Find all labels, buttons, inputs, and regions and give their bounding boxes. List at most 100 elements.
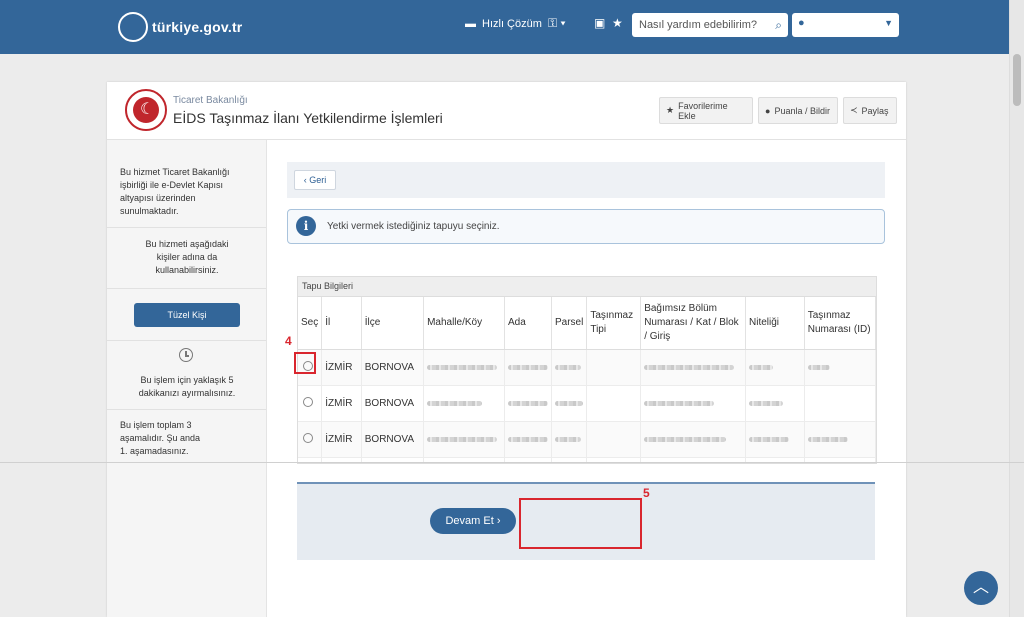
provider-text: Bu hizmet Ticaret Bakanlığı işbirliği il… — [120, 167, 230, 216]
user-menu[interactable]: ● ▼ — [792, 13, 899, 37]
redacted-cell — [749, 436, 789, 442]
col-header: Parsel — [551, 297, 588, 350]
cell-ilce: BORNOVA — [361, 349, 425, 386]
col-header: İlçe — [361, 297, 425, 350]
redacted-cell — [807, 364, 830, 370]
continue-label: Devam Et — [445, 515, 494, 527]
col-header: İl — [321, 297, 362, 350]
table-row[interactable]: İZMİR BORNOVA — [298, 385, 876, 422]
redacted-cell — [554, 364, 581, 370]
select-radio[interactable] — [303, 397, 313, 407]
page-title: EİDS Taşınmaz İlanı Yetkilendirme İşleml… — [173, 110, 443, 126]
star-icon[interactable]: ★ — [612, 16, 623, 30]
ministry-seal-icon — [125, 89, 167, 131]
divider — [107, 340, 266, 341]
back-bar: ‹ Geri — [287, 162, 885, 198]
redacted-cell — [749, 364, 773, 370]
chevron-up-icon: ︿ — [972, 579, 989, 596]
redacted-cell — [554, 436, 581, 442]
key-icon[interactable]: ⚿ ▾ — [548, 16, 566, 31]
col-header: Niteliği — [745, 297, 805, 350]
redacted-cell — [749, 400, 783, 406]
info-alert: i Yetki vermek istediğiniz tapuyu seçini… — [287, 209, 885, 244]
top-header: türkiye.gov.tr ▬ Hızlı Çözüm ⚿ ▾ ▣ ★ Nas… — [0, 0, 1024, 54]
chevron-down-icon: ▼ — [884, 18, 893, 28]
logo-text: türkiye.gov.tr — [152, 19, 243, 35]
deed-table-container[interactable]: Tapu Bilgileri Seç İl İlçe Mahalle/Köy A… — [297, 276, 877, 464]
redacted-cell — [507, 400, 548, 406]
table-caption: Tapu Bilgileri — [298, 277, 876, 297]
cell-ilce: BORNOVA — [361, 385, 425, 422]
star-icon: ★ — [666, 105, 675, 115]
rate-label: Puanla / Bildir — [774, 105, 830, 116]
share-label: Paylaş — [861, 105, 889, 116]
back-label: Geri — [309, 175, 327, 185]
redacted-cell — [554, 400, 583, 406]
chevron-right-icon: › — [496, 515, 501, 527]
annotation-box-5 — [519, 498, 642, 549]
add-favorite-button[interactable]: ★ Favorilerime Ekle — [659, 97, 753, 124]
col-header: Ada — [504, 297, 552, 350]
annotation-number-4: 4 — [285, 334, 292, 348]
divider-line — [0, 462, 1024, 463]
favorite-label: Favorilerime Ekle — [678, 100, 728, 121]
table-row[interactable]: İZMİR BORNOVA — [298, 349, 876, 386]
quick-solution-link[interactable]: ▬ Hızlı Çözüm — [465, 18, 542, 30]
table-row[interactable] — [298, 457, 876, 463]
scrollbar-thumb[interactable] — [1013, 54, 1021, 106]
sidebar: Bu hizmet Ticaret Bakanlığı işbirliği il… — [107, 140, 267, 617]
select-radio[interactable] — [303, 433, 313, 443]
behalf-text: Bu hizmeti aşağıdaki kişiler adına da ku… — [145, 239, 229, 275]
redacted-cell — [644, 436, 727, 442]
back-button[interactable]: ‹ Geri — [294, 170, 336, 190]
redacted-cell — [644, 364, 735, 370]
annotation-box-4 — [294, 352, 316, 374]
col-header: Mahalle/Köy — [423, 297, 505, 350]
col-header: Bağımsız Bölüm Numarası / Kat / Blok / G… — [640, 297, 746, 350]
col-header: Seç — [298, 297, 323, 350]
redacted-cell — [644, 400, 715, 406]
divider — [107, 227, 266, 228]
turkiye-gov-logo[interactable]: türkiye.gov.tr — [118, 12, 242, 42]
duration-text: Bu işlem için yaklaşık 5 dakikanızı ayır… — [138, 375, 236, 398]
redacted-cell — [427, 436, 498, 442]
cell-il: İZMİR — [321, 349, 362, 386]
info-icon: i — [296, 216, 316, 236]
redacted-cell — [507, 436, 548, 442]
clock-icon — [179, 348, 193, 362]
chat-icon: ▬ — [465, 18, 476, 30]
redacted-cell — [507, 364, 548, 370]
user-icon: ● — [798, 17, 805, 29]
id-card-icon[interactable]: ▣ — [594, 16, 605, 30]
scroll-to-top-button[interactable]: ︿ — [964, 571, 998, 605]
rate-button[interactable]: ● Puanla / Bildir — [758, 97, 838, 124]
redacted-cell — [807, 436, 848, 442]
ministry-name[interactable]: Ticaret Bakanlığı — [173, 95, 248, 106]
divider — [107, 409, 266, 410]
cell-il: İZMİR — [321, 385, 362, 422]
comment-icon: ● — [765, 105, 771, 116]
cell-ilce: BORNOVA — [361, 421, 425, 458]
logo-icon — [118, 12, 148, 42]
deed-table: Seç İl İlçe Mahalle/Köy Ada Parsel Taşın… — [298, 297, 876, 463]
steps-text: Bu işlem toplam 3 aşamalıdır. Şu anda 1.… — [120, 420, 201, 456]
col-header: Taşınmaz Tipi — [586, 297, 642, 350]
redacted-cell — [427, 400, 483, 406]
search-icon[interactable]: ⌕ — [775, 13, 782, 37]
share-icon: ≺ — [850, 105, 858, 115]
redacted-cell — [427, 364, 498, 370]
quick-solution-label: Hızlı Çözüm — [482, 18, 542, 30]
service-header: Ticaret Bakanlığı EİDS Taşınmaz İlanı Ye… — [107, 82, 906, 140]
search-input[interactable]: Nasıl yardım edebilirim? ⌕ — [632, 13, 788, 37]
search-placeholder: Nasıl yardım edebilirim? — [639, 19, 757, 31]
continue-button[interactable]: Devam Et › — [430, 508, 516, 534]
service-card: Ticaret Bakanlığı EİDS Taşınmaz İlanı Ye… — [107, 82, 906, 617]
col-header: Taşınmaz Numarası (ID) — [804, 297, 876, 350]
table-row[interactable]: İZMİR BORNOVA — [298, 421, 876, 458]
page-scrollbar[interactable] — [1009, 0, 1024, 617]
info-text: Yetki vermek istediğiniz tapuyu seçiniz. — [327, 221, 500, 232]
legal-entity-button[interactable]: Tüzel Kişi — [134, 303, 240, 327]
share-button[interactable]: ≺ Paylaş — [843, 97, 897, 124]
annotation-number-5: 5 — [643, 486, 650, 500]
divider — [107, 288, 266, 289]
